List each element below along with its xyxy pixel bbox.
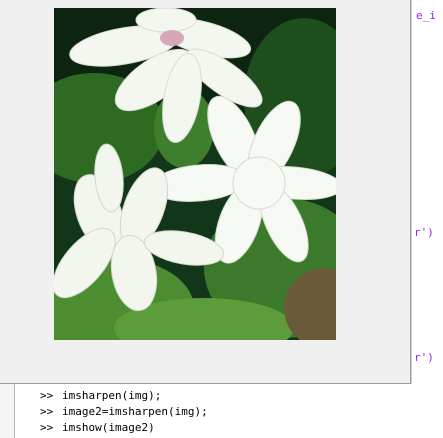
command-prompt: >> <box>40 405 54 418</box>
editor-fragment-3: r') <box>414 351 434 364</box>
command-history: >> imsharpen(img); >> image2=imsharpen(img… <box>40 388 208 436</box>
editor-fragment-1: e_i <box>416 9 436 22</box>
editor-strip[interactable]: e_i r') r') <box>411 0 443 384</box>
command-prompt: >> <box>40 389 54 402</box>
command-prompt: >> <box>40 421 54 434</box>
figure-image <box>54 8 336 340</box>
command-text: imsharpen(img); <box>62 389 162 402</box>
command-line: >> imsharpen(img); <box>40 388 208 404</box>
command-text: imshow(image2) <box>62 421 155 434</box>
command-window[interactable]: >> imsharpen(img); >> image2=imsharpen(img… <box>0 384 443 438</box>
editor-fragment-2: r') <box>414 226 434 239</box>
figure-window[interactable] <box>0 0 411 384</box>
command-line[interactable]: >> imshow(image2) <box>40 420 208 436</box>
command-line: >> image2=imsharpen(img); <box>40 404 208 420</box>
command-window-gutter <box>0 384 15 438</box>
jasmine-flowers-image <box>54 8 336 340</box>
desktop: e_i r') r') >> imsharpen(img); >> image2… <box>0 0 443 438</box>
command-text: image2=imsharpen(img); <box>62 405 208 418</box>
